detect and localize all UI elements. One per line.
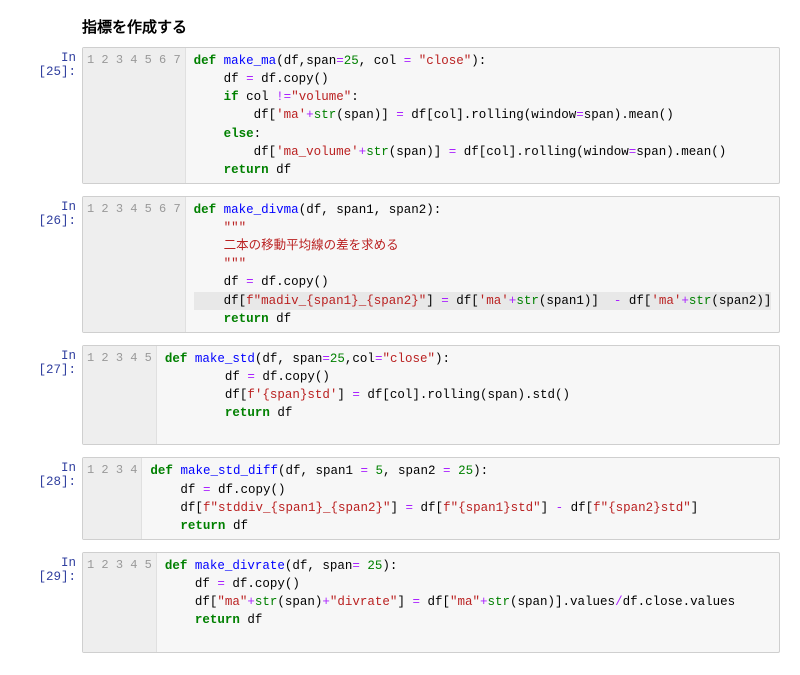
- code-cell: In [26]: 1 2 3 4 5 6 7 def make_divma(df…: [20, 196, 780, 333]
- code-cell: In [27]: 1 2 3 4 5 def make_std(df, span…: [20, 345, 780, 446]
- code-body[interactable]: def make_divma(df, span1, span2): """ 二本…: [186, 197, 779, 332]
- section-heading: 指標を作成する: [82, 16, 780, 37]
- code-cell: In [25]: 1 2 3 4 5 6 7 def make_ma(df,sp…: [20, 47, 780, 184]
- input-area[interactable]: 1 2 3 4 5 6 7 def make_divma(df, span1, …: [82, 196, 780, 333]
- input-area[interactable]: 1 2 3 4 5 def make_std(df, span=25,col="…: [82, 345, 780, 446]
- line-gutter: 1 2 3 4 5: [83, 346, 157, 445]
- input-area[interactable]: 1 2 3 4 5 6 7 def make_ma(df,span=25, co…: [82, 47, 780, 184]
- line-gutter: 1 2 3 4 5 6 7: [83, 48, 186, 183]
- code-body[interactable]: def make_ma(df,span=25, col = "close"): …: [186, 48, 779, 183]
- input-area[interactable]: 1 2 3 4 def make_std_diff(df, span1 = 5,…: [82, 457, 780, 540]
- input-prompt: In [27]:: [20, 345, 82, 377]
- line-gutter: 1 2 3 4: [83, 458, 142, 539]
- code-body[interactable]: def make_std_diff(df, span1 = 5, span2 =…: [142, 458, 779, 539]
- code-cell: In [29]: 1 2 3 4 5 def make_divrate(df, …: [20, 552, 780, 653]
- input-area[interactable]: 1 2 3 4 5 def make_divrate(df, span= 25)…: [82, 552, 780, 653]
- input-prompt: In [25]:: [20, 47, 82, 79]
- line-gutter: 1 2 3 4 5 6 7: [83, 197, 186, 332]
- input-prompt: In [26]:: [20, 196, 82, 228]
- code-cell: In [28]: 1 2 3 4 def make_std_diff(df, s…: [20, 457, 780, 540]
- input-prompt: In [29]:: [20, 552, 82, 584]
- line-gutter: 1 2 3 4 5: [83, 553, 157, 652]
- code-body[interactable]: def make_std(df, span=25,col="close"): d…: [157, 346, 779, 445]
- code-body[interactable]: def make_divrate(df, span= 25): df = df.…: [157, 553, 779, 652]
- input-prompt: In [28]:: [20, 457, 82, 489]
